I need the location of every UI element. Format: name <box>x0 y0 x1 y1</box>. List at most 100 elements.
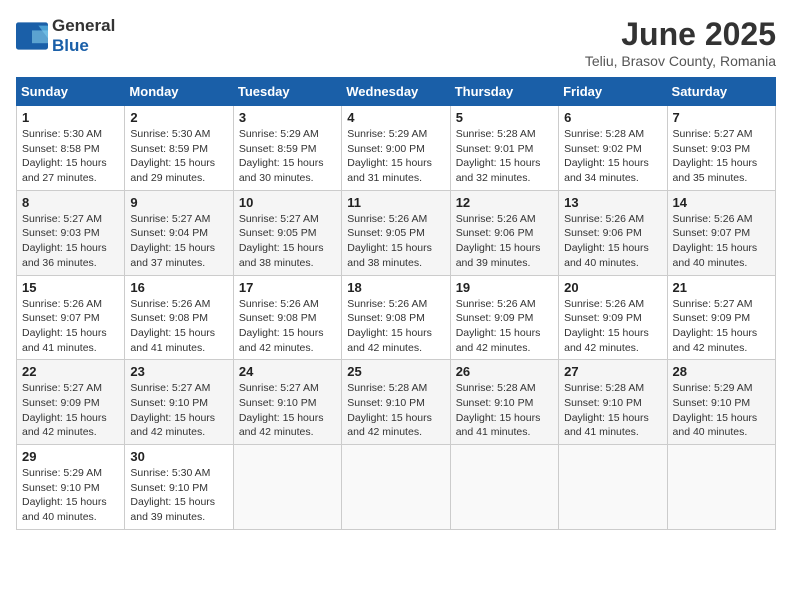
calendar-day-cell: 5 Sunrise: 5:28 AMSunset: 9:01 PMDayligh… <box>450 106 558 191</box>
weekday-header: Tuesday <box>233 78 341 106</box>
weekday-header: Friday <box>559 78 667 106</box>
day-number: 16 <box>130 280 227 295</box>
day-number: 3 <box>239 110 336 125</box>
calendar-week-row: 29 Sunrise: 5:29 AMSunset: 9:10 PMDaylig… <box>17 445 776 530</box>
day-info: Sunrise: 5:28 AMSunset: 9:02 PMDaylight:… <box>564 128 649 184</box>
day-number: 18 <box>347 280 444 295</box>
day-number: 8 <box>22 195 119 210</box>
day-info: Sunrise: 5:27 AMSunset: 9:09 PMDaylight:… <box>673 298 758 354</box>
day-info: Sunrise: 5:27 AMSunset: 9:10 PMDaylight:… <box>239 382 324 438</box>
calendar-day-cell: 4 Sunrise: 5:29 AMSunset: 9:00 PMDayligh… <box>342 106 450 191</box>
calendar-day-cell: 11 Sunrise: 5:26 AMSunset: 9:05 PMDaylig… <box>342 190 450 275</box>
day-info: Sunrise: 5:27 AMSunset: 9:10 PMDaylight:… <box>130 382 215 438</box>
title-area: June 2025 Teliu, Brasov County, Romania <box>585 16 776 69</box>
day-number: 2 <box>130 110 227 125</box>
weekday-header-row: SundayMondayTuesdayWednesdayThursdayFrid… <box>17 78 776 106</box>
day-number: 19 <box>456 280 553 295</box>
calendar-day-cell: 3 Sunrise: 5:29 AMSunset: 8:59 PMDayligh… <box>233 106 341 191</box>
calendar-day-cell: 27 Sunrise: 5:28 AMSunset: 9:10 PMDaylig… <box>559 360 667 445</box>
calendar-day-cell: 20 Sunrise: 5:26 AMSunset: 9:09 PMDaylig… <box>559 275 667 360</box>
day-info: Sunrise: 5:30 AMSunset: 8:59 PMDaylight:… <box>130 128 215 184</box>
day-info: Sunrise: 5:26 AMSunset: 9:09 PMDaylight:… <box>564 298 649 354</box>
day-number: 6 <box>564 110 661 125</box>
day-info: Sunrise: 5:26 AMSunset: 9:09 PMDaylight:… <box>456 298 541 354</box>
day-number: 23 <box>130 364 227 379</box>
calendar-day-cell: 14 Sunrise: 5:26 AMSunset: 9:07 PMDaylig… <box>667 190 775 275</box>
calendar-table: SundayMondayTuesdayWednesdayThursdayFrid… <box>16 77 776 530</box>
day-info: Sunrise: 5:28 AMSunset: 9:01 PMDaylight:… <box>456 128 541 184</box>
calendar-day-cell: 23 Sunrise: 5:27 AMSunset: 9:10 PMDaylig… <box>125 360 233 445</box>
calendar-week-row: 15 Sunrise: 5:26 AMSunset: 9:07 PMDaylig… <box>17 275 776 360</box>
logo-general: General <box>52 16 115 35</box>
day-info: Sunrise: 5:26 AMSunset: 9:05 PMDaylight:… <box>347 213 432 269</box>
day-info: Sunrise: 5:27 AMSunset: 9:05 PMDaylight:… <box>239 213 324 269</box>
calendar-day-cell: 13 Sunrise: 5:26 AMSunset: 9:06 PMDaylig… <box>559 190 667 275</box>
day-number: 1 <box>22 110 119 125</box>
day-info: Sunrise: 5:26 AMSunset: 9:08 PMDaylight:… <box>130 298 215 354</box>
calendar-day-cell: 16 Sunrise: 5:26 AMSunset: 9:08 PMDaylig… <box>125 275 233 360</box>
page-header: General Blue June 2025 Teliu, Brasov Cou… <box>16 16 776 69</box>
calendar-subtitle: Teliu, Brasov County, Romania <box>585 53 776 69</box>
calendar-title: June 2025 <box>585 16 776 53</box>
day-info: Sunrise: 5:28 AMSunset: 9:10 PMDaylight:… <box>456 382 541 438</box>
day-info: Sunrise: 5:26 AMSunset: 9:08 PMDaylight:… <box>239 298 324 354</box>
day-info: Sunrise: 5:30 AMSunset: 9:10 PMDaylight:… <box>130 467 215 523</box>
weekday-header: Thursday <box>450 78 558 106</box>
day-number: 17 <box>239 280 336 295</box>
day-number: 11 <box>347 195 444 210</box>
calendar-day-cell: 24 Sunrise: 5:27 AMSunset: 9:10 PMDaylig… <box>233 360 341 445</box>
day-number: 21 <box>673 280 770 295</box>
day-number: 13 <box>564 195 661 210</box>
calendar-day-cell: 22 Sunrise: 5:27 AMSunset: 9:09 PMDaylig… <box>17 360 125 445</box>
day-number: 20 <box>564 280 661 295</box>
weekday-header: Wednesday <box>342 78 450 106</box>
calendar-week-row: 22 Sunrise: 5:27 AMSunset: 9:09 PMDaylig… <box>17 360 776 445</box>
day-info: Sunrise: 5:29 AMSunset: 9:10 PMDaylight:… <box>22 467 107 523</box>
day-info: Sunrise: 5:26 AMSunset: 9:08 PMDaylight:… <box>347 298 432 354</box>
day-number: 22 <box>22 364 119 379</box>
day-info: Sunrise: 5:26 AMSunset: 9:07 PMDaylight:… <box>22 298 107 354</box>
day-number: 4 <box>347 110 444 125</box>
calendar-day-cell: 9 Sunrise: 5:27 AMSunset: 9:04 PMDayligh… <box>125 190 233 275</box>
calendar-day-cell: 6 Sunrise: 5:28 AMSunset: 9:02 PMDayligh… <box>559 106 667 191</box>
day-number: 7 <box>673 110 770 125</box>
day-info: Sunrise: 5:29 AMSunset: 9:00 PMDaylight:… <box>347 128 432 184</box>
calendar-day-cell <box>559 445 667 530</box>
day-number: 12 <box>456 195 553 210</box>
day-number: 25 <box>347 364 444 379</box>
day-number: 26 <box>456 364 553 379</box>
calendar-day-cell: 10 Sunrise: 5:27 AMSunset: 9:05 PMDaylig… <box>233 190 341 275</box>
weekday-header: Saturday <box>667 78 775 106</box>
day-number: 9 <box>130 195 227 210</box>
logo-text: General Blue <box>52 16 115 56</box>
day-info: Sunrise: 5:29 AMSunset: 9:10 PMDaylight:… <box>673 382 758 438</box>
calendar-day-cell: 28 Sunrise: 5:29 AMSunset: 9:10 PMDaylig… <box>667 360 775 445</box>
logo-blue: Blue <box>52 36 89 55</box>
calendar-day-cell <box>450 445 558 530</box>
calendar-day-cell: 17 Sunrise: 5:26 AMSunset: 9:08 PMDaylig… <box>233 275 341 360</box>
calendar-day-cell: 18 Sunrise: 5:26 AMSunset: 9:08 PMDaylig… <box>342 275 450 360</box>
day-number: 30 <box>130 449 227 464</box>
calendar-day-cell: 29 Sunrise: 5:29 AMSunset: 9:10 PMDaylig… <box>17 445 125 530</box>
day-number: 10 <box>239 195 336 210</box>
day-info: Sunrise: 5:26 AMSunset: 9:06 PMDaylight:… <box>564 213 649 269</box>
calendar-day-cell: 15 Sunrise: 5:26 AMSunset: 9:07 PMDaylig… <box>17 275 125 360</box>
calendar-day-cell <box>667 445 775 530</box>
day-info: Sunrise: 5:30 AMSunset: 8:58 PMDaylight:… <box>22 128 107 184</box>
calendar-day-cell: 7 Sunrise: 5:27 AMSunset: 9:03 PMDayligh… <box>667 106 775 191</box>
day-info: Sunrise: 5:29 AMSunset: 8:59 PMDaylight:… <box>239 128 324 184</box>
day-info: Sunrise: 5:28 AMSunset: 9:10 PMDaylight:… <box>347 382 432 438</box>
day-number: 24 <box>239 364 336 379</box>
weekday-header: Sunday <box>17 78 125 106</box>
logo-icon <box>16 22 48 50</box>
logo: General Blue <box>16 16 115 56</box>
calendar-day-cell <box>342 445 450 530</box>
calendar-day-cell: 12 Sunrise: 5:26 AMSunset: 9:06 PMDaylig… <box>450 190 558 275</box>
day-number: 5 <box>456 110 553 125</box>
calendar-day-cell: 30 Sunrise: 5:30 AMSunset: 9:10 PMDaylig… <box>125 445 233 530</box>
day-info: Sunrise: 5:26 AMSunset: 9:07 PMDaylight:… <box>673 213 758 269</box>
calendar-day-cell: 26 Sunrise: 5:28 AMSunset: 9:10 PMDaylig… <box>450 360 558 445</box>
day-number: 27 <box>564 364 661 379</box>
day-number: 28 <box>673 364 770 379</box>
day-number: 14 <box>673 195 770 210</box>
